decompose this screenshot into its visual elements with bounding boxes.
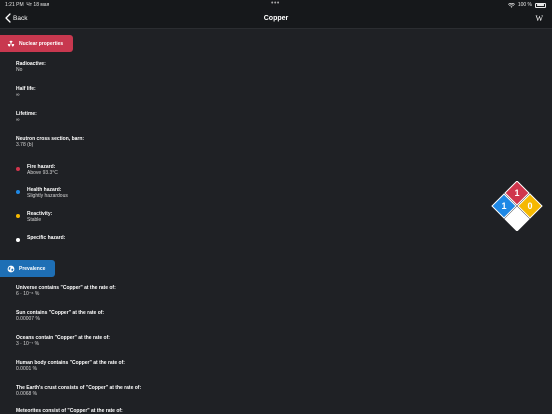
prevalence-oceans: Oceans contain "Copper" at the rate of: …	[16, 335, 110, 347]
prevalence-label: Meteorites consist of "Copper" at the ra…	[16, 408, 123, 414]
multitasking-dots-icon[interactable]: •••	[271, 0, 280, 7]
navigation-bar: Back Copper W	[0, 10, 552, 29]
radiation-icon	[7, 40, 15, 47]
prevalence-universe: Universe contains "Copper" at the rate o…	[16, 285, 116, 297]
nfpa-diamond: 1 1 0	[491, 181, 543, 231]
specific-hazard-dot-icon	[16, 238, 20, 242]
property-lifetime: Lifetime: ∞	[16, 111, 37, 123]
property-value: ∞	[16, 117, 20, 123]
page-title: Copper	[263, 15, 289, 22]
hazard-specific: Specific hazard:	[16, 235, 66, 242]
hazard-label: Specific hazard:	[27, 235, 66, 241]
battery-percent: 100 %	[517, 2, 532, 8]
prevalence-header[interactable]: Prevalence	[0, 260, 55, 277]
property-value: No	[16, 67, 23, 73]
nfpa-health-value: 1	[501, 201, 506, 211]
battery-icon	[535, 2, 546, 8]
globe-icon	[7, 265, 15, 272]
status-time: 1:21 PM Чт 18 мая	[5, 2, 50, 8]
hazard-value: Stable	[27, 217, 42, 223]
property-value: 3.78 (b)	[16, 142, 34, 148]
hazard-reactivity: Reactivity: Stable	[16, 211, 52, 223]
prevalence-sun: Sun contains "Copper" at the rate of: 0.…	[16, 310, 104, 322]
status-right: 100 %	[507, 2, 546, 8]
hazard-value: Above 93.3°C	[27, 170, 58, 176]
health-hazard-dot-icon	[16, 190, 20, 194]
wikipedia-button[interactable]: W	[535, 14, 543, 23]
prevalence-earth-crust: The Earth's crust consists of "Copper" a…	[16, 385, 141, 397]
status-bar: 1:21 PM Чт 18 мая ••• 100 %	[0, 0, 552, 10]
prevalence-human-body: Human body contains "Copper" at the rate…	[16, 360, 125, 372]
property-radioactive: Radioactive: No	[16, 61, 46, 73]
property-neutron-cross-section: Neutron cross section, barn: 3.78 (b)	[16, 136, 84, 148]
prevalence-title: Prevalence	[19, 265, 46, 272]
prevalence-value: 6 · 10⁻⁶ %	[16, 291, 40, 297]
prevalence-value: 0.00007 %	[16, 316, 40, 322]
property-half-life: Half life: ∞	[16, 86, 36, 98]
property-value: ∞	[16, 92, 20, 98]
prevalence-value: 0.0001 %	[16, 366, 38, 372]
hazard-fire: Fire hazard: Above 93.3°C	[16, 164, 58, 176]
nuclear-properties-header[interactable]: Nuclear properties	[0, 35, 73, 52]
fire-hazard-dot-icon	[16, 167, 20, 171]
prevalence-meteorites: Meteorites consist of "Copper" at the ra…	[16, 408, 123, 414]
prevalence-value: 0.0068 %	[16, 391, 38, 397]
prevalence-value: 3 · 10⁻⁷ %	[16, 341, 40, 347]
hazard-value: Slightly hazardous	[27, 193, 68, 199]
nuclear-properties-title: Nuclear properties	[19, 40, 64, 47]
reactivity-dot-icon	[16, 214, 20, 218]
hazard-health: Health hazard: Slightly hazardous	[16, 187, 68, 199]
nfpa-reactivity-value: 0	[527, 201, 532, 211]
wifi-icon	[507, 2, 515, 8]
nfpa-fire-value: 1	[514, 188, 519, 198]
